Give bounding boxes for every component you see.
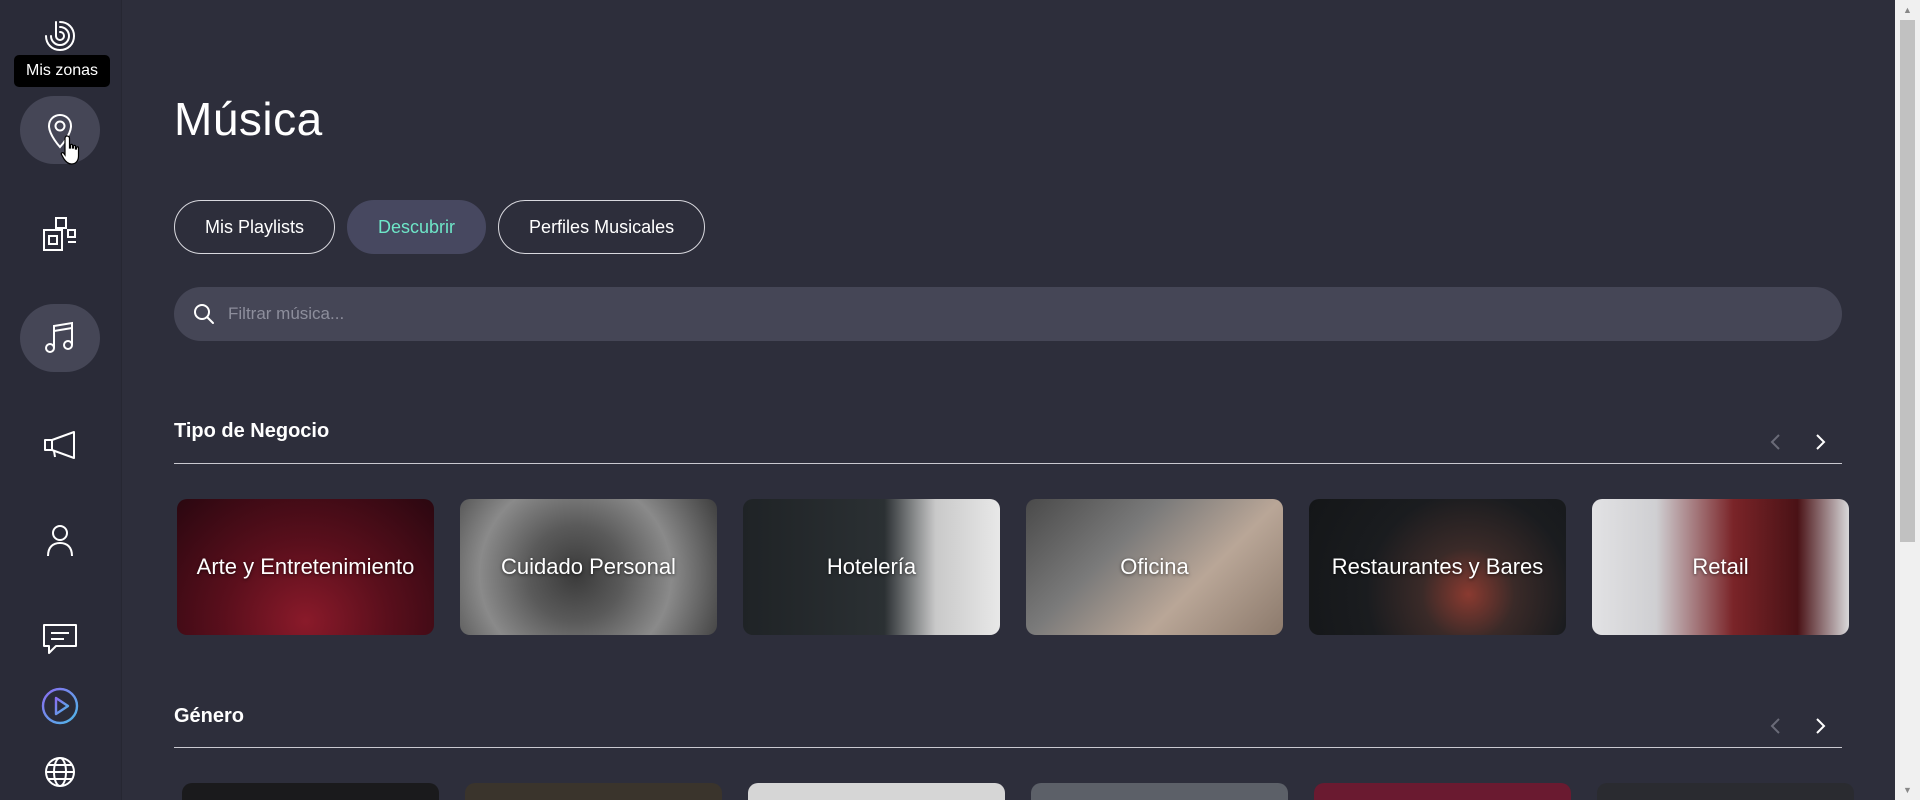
page-title: Música (174, 93, 323, 145)
card-oficina[interactable]: Oficina (1026, 499, 1283, 635)
genre-carousel (182, 783, 1862, 800)
card-label: Arte y Entretenimiento (196, 554, 415, 579)
business-next-button[interactable] (1805, 427, 1835, 457)
sidebar-item-dispositivos[interactable] (20, 200, 100, 268)
section-divider (174, 463, 1842, 464)
sidebar-item-usuario[interactable] (20, 506, 100, 574)
card-cuidado-personal[interactable]: Cuidado Personal (460, 499, 717, 635)
chevron-left-icon (1770, 718, 1780, 734)
search-icon (194, 304, 214, 324)
card-retail[interactable]: Retail (1592, 499, 1849, 635)
genre-prev-button[interactable] (1761, 711, 1791, 741)
card-hoteleria[interactable]: Hotelería (743, 499, 1000, 635)
card-restaurantes-bares[interactable]: Restaurantes y Bares (1309, 499, 1566, 635)
card-label: Cuidado Personal (501, 554, 676, 579)
card-label: Retail (1692, 554, 1749, 579)
chevron-left-icon (1770, 434, 1780, 450)
genre-card[interactable] (1314, 783, 1571, 800)
section-title-tipo-negocio: Tipo de Negocio (174, 420, 330, 442)
hand-cursor-icon (60, 135, 80, 165)
user-icon (47, 525, 73, 557)
sidebar-item-anuncios[interactable] (20, 410, 100, 478)
tab-mis-playlists[interactable]: Mis Playlists (174, 200, 336, 254)
card-label: Oficina (1120, 554, 1189, 579)
sidebar-item-reproductor[interactable] (20, 672, 100, 740)
sidebar-item-musica[interactable] (20, 304, 100, 372)
tab-perfiles-musicales[interactable]: Perfiles Musicales (498, 200, 706, 254)
genre-card[interactable] (1031, 783, 1288, 800)
scrollbar-thumb[interactable] (1900, 20, 1915, 542)
tab-bar: Mis Playlists Descubrir Perfiles Musical… (174, 200, 706, 254)
genre-card[interactable] (465, 783, 722, 800)
section-title-genero: Género (174, 705, 245, 727)
card-label: Restaurantes y Bares (1331, 554, 1544, 579)
sidebar-item-mensajes[interactable] (20, 604, 100, 672)
business-type-carousel: Arte y Entretenimiento Cuidado Personal … (177, 499, 1857, 635)
sidebar-item-idioma[interactable] (20, 738, 100, 800)
globe-icon (45, 757, 75, 787)
play-circle-icon (41, 687, 79, 725)
main-content: Música Mis Playlists Descubrir Perfiles … (174, 0, 1854, 800)
tab-descubrir[interactable]: Descubrir (347, 200, 487, 254)
chat-icon (43, 624, 77, 654)
megaphone-icon (44, 431, 75, 459)
card-arte-entretenimiento[interactable]: Arte y Entretenimiento (177, 499, 434, 635)
scroll-down-arrow-icon[interactable]: ▼ (1895, 780, 1920, 800)
devices-icon (43, 217, 76, 251)
page-scrollbar[interactable]: ▲ ▼ (1895, 0, 1920, 800)
sidebar: Mis zonas (0, 0, 122, 800)
scroll-up-arrow-icon[interactable]: ▲ (1895, 0, 1920, 20)
chevron-right-icon (1816, 718, 1826, 734)
business-prev-button[interactable] (1761, 427, 1791, 457)
genre-card[interactable] (182, 783, 439, 800)
music-note-icon (45, 321, 73, 353)
search-bar (174, 287, 1842, 341)
chevron-right-icon (1816, 434, 1826, 450)
section-divider (174, 747, 1842, 748)
search-input[interactable] (228, 304, 1728, 324)
tooltip-mis-zonas: Mis zonas (14, 55, 111, 87)
genre-card[interactable] (748, 783, 1005, 800)
logo-icon[interactable] (42, 18, 78, 54)
genre-card[interactable] (1597, 783, 1854, 800)
genre-next-button[interactable] (1805, 711, 1835, 741)
card-label: Hotelería (826, 554, 917, 579)
